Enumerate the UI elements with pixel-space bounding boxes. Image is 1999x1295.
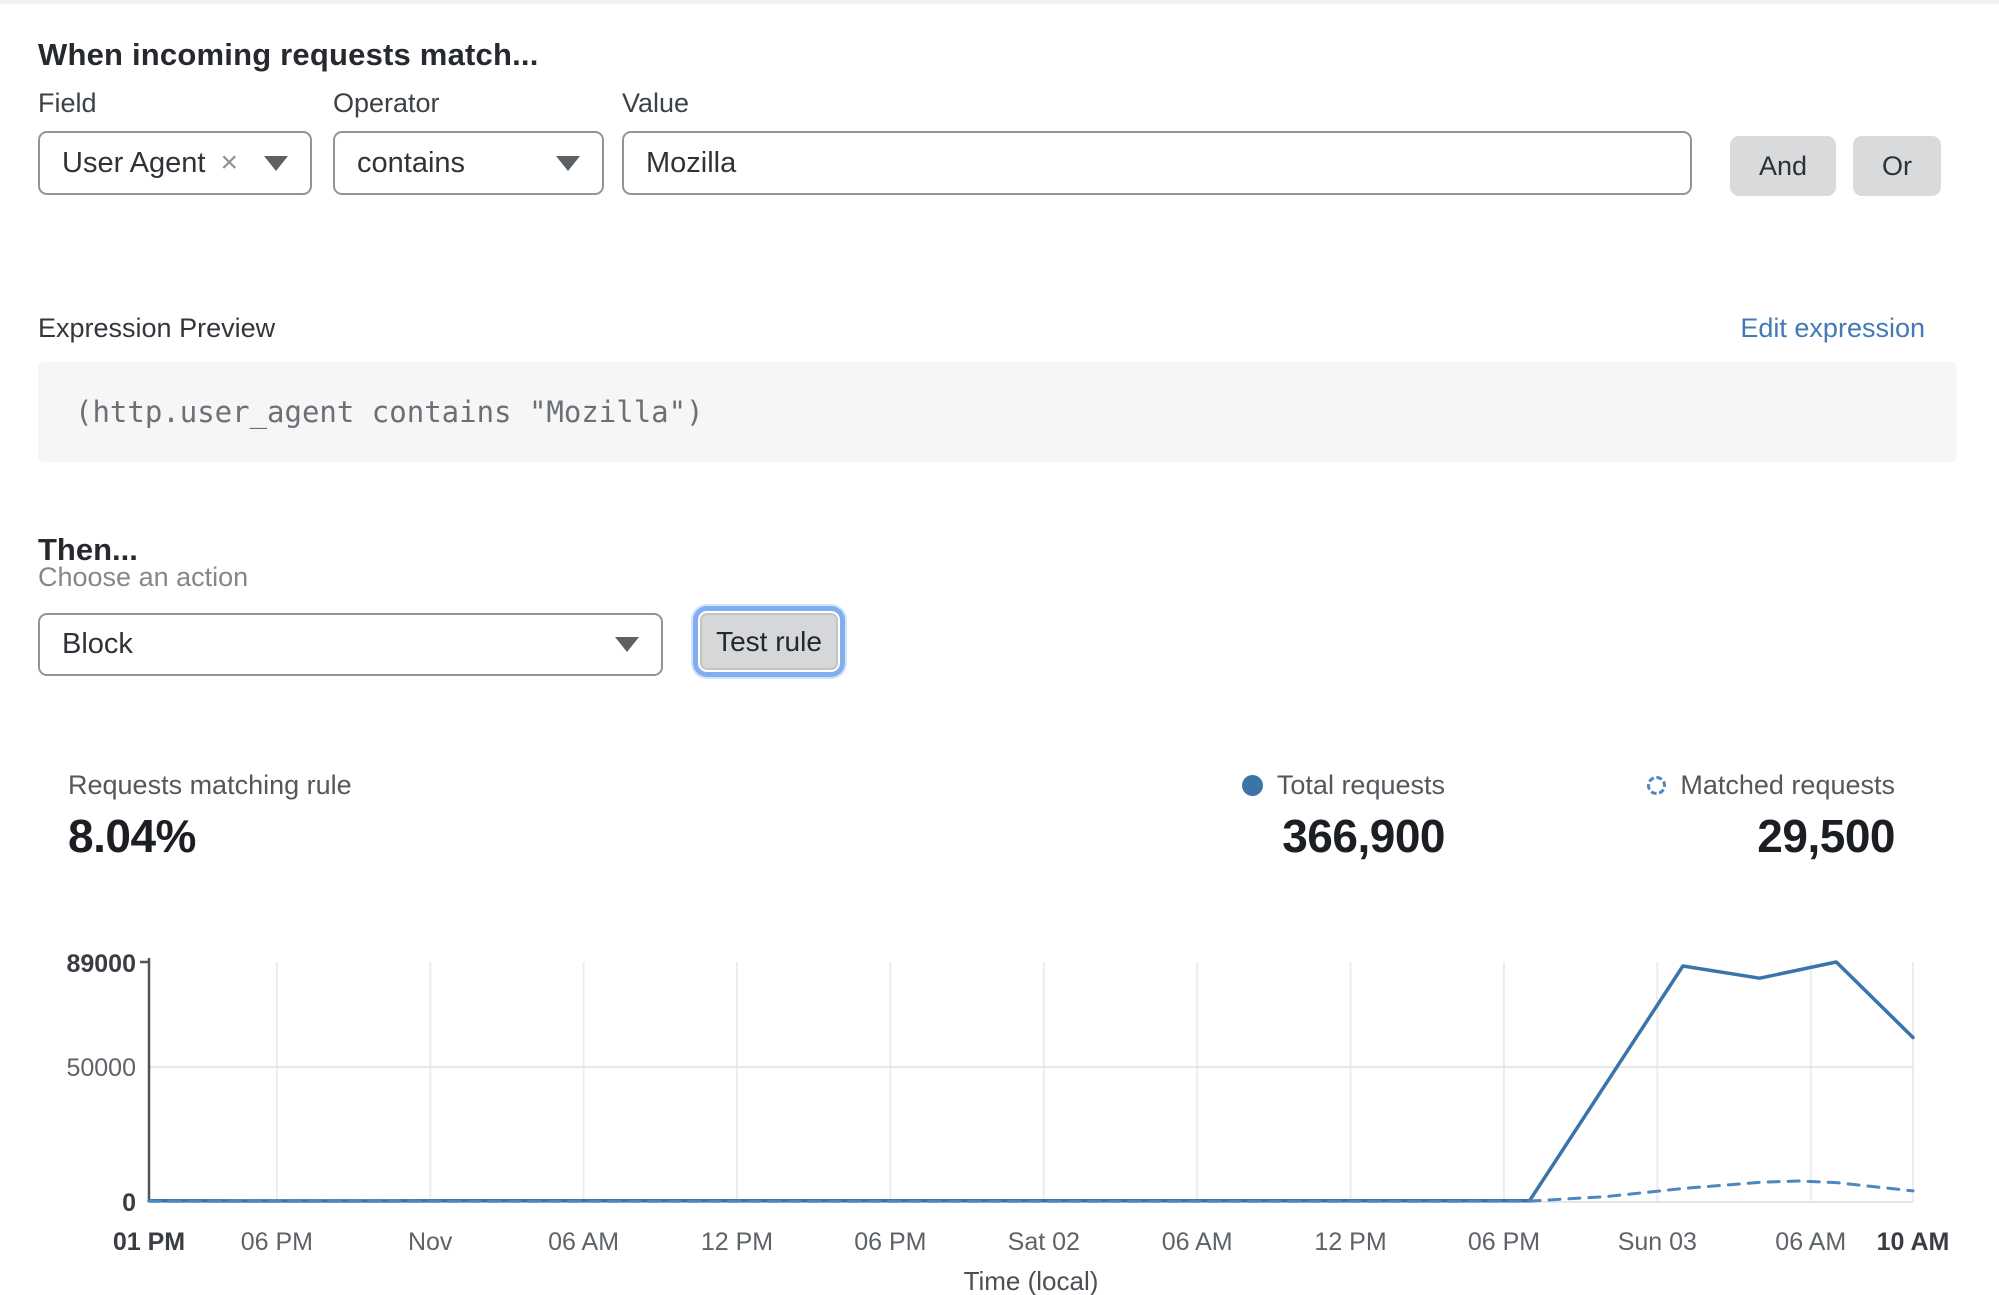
x-tick-label: 06 AM bbox=[548, 1228, 619, 1256]
edit-expression-link[interactable]: Edit expression bbox=[1740, 313, 1925, 344]
x-tick-label: Sun 03 bbox=[1618, 1228, 1697, 1256]
x-tick-label: Nov bbox=[408, 1228, 453, 1256]
chevron-down-icon bbox=[556, 156, 580, 171]
x-tick-label: 12 PM bbox=[701, 1228, 773, 1256]
action-select-value: Block bbox=[62, 628, 133, 661]
total-requests-value: 366,900 bbox=[1242, 813, 1445, 859]
requests-matching-stat: Requests matching rule 8.04% bbox=[68, 770, 352, 859]
total-requests-stat: Total requests 366,900 bbox=[1242, 770, 1445, 859]
field-select-value: User Agent bbox=[62, 147, 205, 180]
x-tick-label: 12 PM bbox=[1314, 1228, 1386, 1256]
screenshot-top-edge bbox=[0, 0, 1999, 4]
operator-label: Operator bbox=[333, 88, 440, 119]
page-title: When incoming requests match... bbox=[38, 37, 539, 73]
action-select[interactable]: Block bbox=[38, 613, 663, 676]
matched-requests-value: 29,500 bbox=[1647, 813, 1895, 859]
requests-chart: 0 50000 89000 01 PM 06 PM Nov 06 AM 12 PM 06 PM S… bbox=[0, 930, 1999, 1295]
or-button[interactable]: Or bbox=[1853, 136, 1941, 196]
x-tick-label: 06 AM bbox=[1775, 1228, 1846, 1256]
matched-requests-label: Matched requests bbox=[1680, 770, 1895, 801]
operator-select-value: contains bbox=[357, 147, 465, 180]
x-tick-label: 01 PM bbox=[113, 1228, 185, 1256]
x-tick-label: 06 PM bbox=[241, 1228, 313, 1256]
requests-matching-value: 8.04% bbox=[68, 813, 352, 859]
x-axis-title: Time (local) bbox=[964, 1266, 1099, 1295]
x-tick-label: 06 PM bbox=[1468, 1228, 1540, 1256]
matched-requests-legend-ring-icon bbox=[1647, 776, 1666, 795]
x-tick-label: 06 PM bbox=[854, 1228, 926, 1256]
x-tick-label: 10 AM bbox=[1877, 1228, 1950, 1256]
total-requests-legend-dot-icon bbox=[1242, 775, 1263, 796]
x-tick-label: 06 AM bbox=[1162, 1228, 1233, 1256]
expression-preview-label: Expression Preview bbox=[38, 313, 275, 344]
x-tick-label: Sat 02 bbox=[1008, 1228, 1080, 1256]
series-total-requests bbox=[149, 962, 1913, 1201]
operator-select[interactable]: contains bbox=[333, 131, 604, 195]
and-button[interactable]: And bbox=[1730, 136, 1836, 196]
field-select[interactable]: User Agent × bbox=[38, 131, 312, 195]
value-input-text: Mozilla bbox=[646, 147, 736, 180]
series-matched-requests bbox=[149, 1181, 1913, 1201]
chevron-down-icon bbox=[615, 637, 639, 652]
requests-matching-label: Requests matching rule bbox=[68, 770, 352, 801]
field-label: Field bbox=[38, 88, 97, 119]
choose-action-label: Choose an action bbox=[38, 562, 248, 593]
matched-requests-stat: Matched requests 29,500 bbox=[1647, 770, 1895, 859]
total-requests-label: Total requests bbox=[1277, 770, 1445, 801]
y-tick-label: 0 bbox=[122, 1189, 136, 1217]
chevron-down-icon bbox=[264, 156, 288, 171]
y-tick-label: 50000 bbox=[66, 1054, 136, 1082]
expression-preview-box: (http.user_agent contains "Mozilla") bbox=[38, 362, 1957, 462]
clear-field-icon[interactable]: × bbox=[220, 148, 264, 178]
expression-code: (http.user_agent contains "Mozilla") bbox=[38, 395, 704, 429]
value-label: Value bbox=[622, 88, 689, 119]
value-input[interactable]: Mozilla bbox=[622, 131, 1692, 195]
y-tick-label: 89000 bbox=[66, 950, 136, 978]
test-rule-button[interactable]: Test rule bbox=[700, 613, 838, 670]
